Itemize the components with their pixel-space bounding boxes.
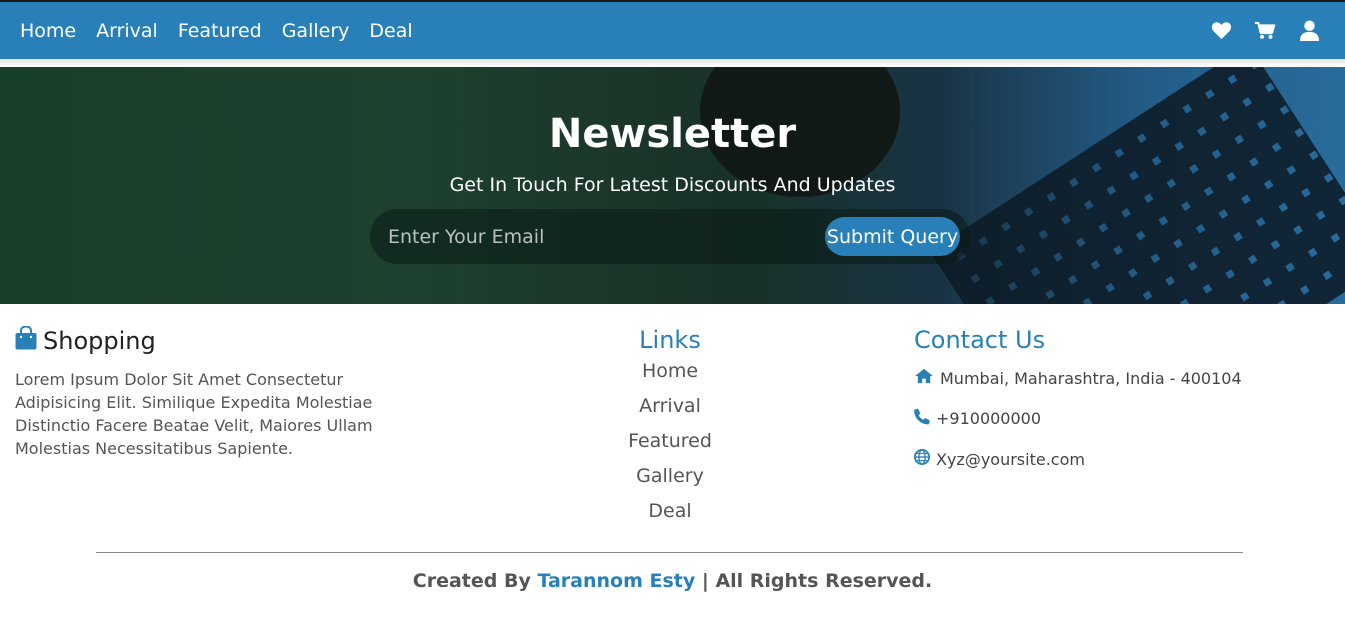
email-text: Xyz@yoursite.com [936, 449, 1085, 469]
address-text: Mumbai, Maharashtra, India - 400104 [940, 368, 1242, 388]
newsletter-subtitle: Get In Touch For Latest Discounts And Up… [449, 174, 896, 196]
footer-link-featured[interactable]: Featured [570, 430, 770, 453]
footer-contact: Contact Us Mumbai, Maharashtra, India - … [914, 326, 1334, 469]
cart-icon[interactable] [1254, 20, 1276, 42]
credit-line: Created By Tarannom Esty | All Rights Re… [0, 570, 1345, 592]
contact-heading: Contact Us [914, 326, 1046, 354]
main-nav: Home Arrival Featured Gallery Deal [20, 20, 413, 42]
heart-icon[interactable] [1210, 20, 1232, 42]
footer-link-gallery[interactable]: Gallery [570, 465, 770, 488]
credit-author[interactable]: Tarannom Esty [537, 570, 695, 592]
footer-link-deal[interactable]: Deal [570, 500, 770, 523]
footer-links: Links Home Arrival Featured Gallery Deal [570, 326, 770, 523]
links-heading: Links [639, 326, 701, 354]
contact-email: Xyz@yoursite.com [914, 449, 1334, 469]
home-icon [914, 368, 934, 388]
nav-deal[interactable]: Deal [369, 20, 412, 42]
footer: Shopping Lorem Ipsum Dolor Sit Amet Cons… [0, 304, 1345, 641]
phone-text: +910000000 [936, 409, 1042, 428]
credit-prefix: Created By [412, 570, 531, 592]
nav-featured[interactable]: Featured [178, 20, 262, 42]
email-input[interactable] [388, 217, 818, 257]
footer-divider [96, 552, 1243, 553]
nav-arrival[interactable]: Arrival [96, 20, 158, 42]
navbar: Home Arrival Featured Gallery Deal [0, 2, 1345, 59]
header-shadow [0, 59, 1345, 67]
credit-suffix: | All Rights Reserved. [701, 570, 933, 592]
newsletter-title: Newsletter [548, 111, 797, 157]
nav-gallery[interactable]: Gallery [282, 20, 350, 42]
brand-heading: Shopping [15, 325, 395, 356]
contact-address: Mumbai, Maharashtra, India - 400104 [914, 368, 1334, 388]
phone-icon [914, 408, 930, 429]
brand-title: Shopping [43, 327, 156, 355]
nav-icons [1210, 20, 1325, 42]
footer-link-home[interactable]: Home [570, 360, 770, 383]
globe-icon [914, 449, 930, 469]
shopping-bag-icon [15, 325, 37, 356]
contact-phone: +910000000 [914, 408, 1334, 429]
newsletter-banner: Newsletter Get In Touch For Latest Disco… [0, 67, 1345, 304]
submit-button[interactable]: Submit Query [825, 217, 960, 256]
footer-link-arrival[interactable]: Arrival [570, 395, 770, 418]
brand-description: Lorem Ipsum Dolor Sit Amet Consectetur A… [15, 370, 373, 458]
nav-home[interactable]: Home [20, 20, 76, 42]
footer-brand: Shopping Lorem Ipsum Dolor Sit Amet Cons… [15, 325, 395, 460]
user-icon[interactable] [1298, 20, 1320, 42]
newsletter-form: Submit Query [370, 209, 970, 264]
